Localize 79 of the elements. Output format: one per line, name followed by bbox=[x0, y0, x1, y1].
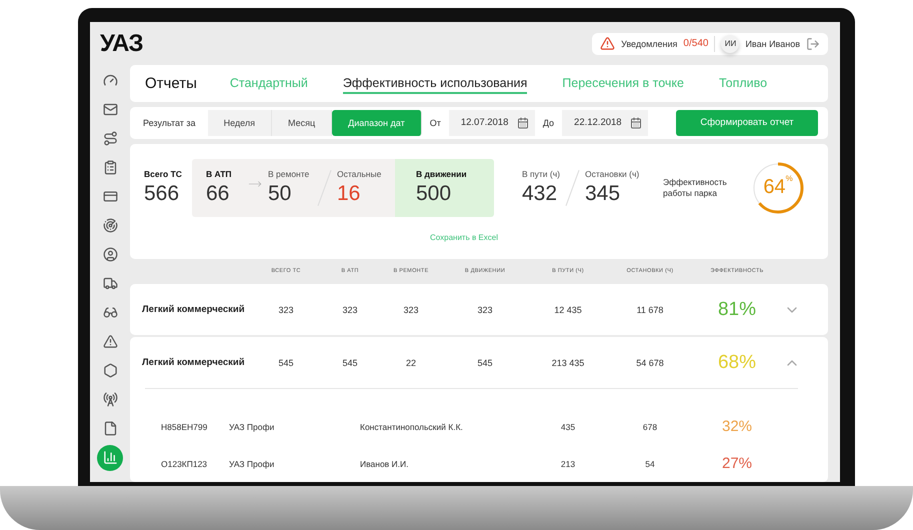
period-option[interactable]: Неделя bbox=[208, 110, 272, 136]
efficiency-value: 32% bbox=[720, 418, 754, 435]
stat-value: 432 bbox=[522, 182, 558, 206]
stat-label: В ремонте bbox=[268, 169, 310, 180]
plate-number: О123КП123 bbox=[161, 458, 208, 468]
row-name: Легкий коммерческий bbox=[142, 357, 246, 368]
stat-label: В АТП bbox=[206, 169, 233, 180]
table-cell-text: 545 bbox=[341, 358, 359, 368]
notifications-count: 0/540 bbox=[683, 38, 708, 49]
warning-icon bbox=[102, 334, 118, 349]
stat-label: В движении bbox=[416, 169, 468, 180]
efficiency-value: 68% bbox=[716, 352, 758, 374]
table-cell-text: 323 bbox=[476, 304, 494, 314]
calendar-icon bbox=[516, 116, 529, 129]
user-name: Иван Иванов bbox=[745, 38, 800, 48]
mail-icon bbox=[102, 102, 118, 117]
percent-sign: % bbox=[786, 174, 793, 183]
table-cell-text: 213 bbox=[560, 458, 576, 468]
stat-value: 566 bbox=[144, 182, 180, 206]
clipboard-icon bbox=[102, 160, 118, 175]
stat-label: Остановки (ч) bbox=[585, 169, 640, 180]
truck-icon bbox=[102, 276, 118, 291]
vehicle-model: УАЗ Профи bbox=[229, 422, 276, 432]
stat-value: 500 bbox=[416, 182, 452, 206]
avatar[interactable]: ИИ bbox=[721, 34, 740, 52]
driver-name: Иванов И.И. bbox=[360, 458, 410, 468]
glasses-icon bbox=[102, 305, 118, 320]
notifications-label[interactable]: Уведомления bbox=[621, 38, 678, 48]
calendar-icon bbox=[630, 116, 642, 129]
stat-value: 16 bbox=[337, 182, 362, 206]
warning-icon bbox=[600, 36, 616, 51]
route-icon bbox=[102, 131, 118, 146]
tab[interactable]: Эффективность использования bbox=[342, 74, 528, 94]
efficiency-label: Эффективность работы парка bbox=[663, 176, 728, 199]
bar-chart-icon bbox=[102, 450, 118, 465]
antenna-icon bbox=[102, 392, 118, 407]
table-cell-text: 323 bbox=[277, 304, 295, 314]
table-cell-text: 678 bbox=[642, 422, 658, 432]
row-name: Легкий коммерческий bbox=[142, 304, 246, 315]
page-title: Отчеты bbox=[145, 75, 197, 92]
date-field[interactable]: 12.07.2018 bbox=[448, 110, 535, 136]
card-icon bbox=[102, 189, 118, 204]
stat-value: 66 bbox=[206, 182, 230, 206]
table-cell-text: 545 bbox=[277, 358, 295, 368]
table-cell-text: 11 678 bbox=[636, 304, 664, 314]
efficiency-value: 64 bbox=[763, 176, 786, 200]
nav-button[interactable] bbox=[97, 444, 123, 470]
plate-number: Н858ЕН799 bbox=[161, 422, 208, 432]
stat-value: 345 bbox=[585, 182, 622, 206]
date-field[interactable]: 22.12.2018 bbox=[562, 110, 648, 136]
efficiency-value: 81% bbox=[716, 298, 758, 320]
to-label: До bbox=[542, 118, 554, 128]
table-cell-text: 54 bbox=[644, 458, 656, 468]
file-icon bbox=[102, 421, 118, 436]
table-cell-text: 435 bbox=[560, 422, 576, 432]
logout-icon[interactable] bbox=[806, 36, 820, 50]
efficiency-ring bbox=[751, 160, 805, 215]
driver-name: Константинопольский К.К. bbox=[360, 422, 464, 432]
stat-label: Всего ТС bbox=[144, 169, 183, 180]
hexagon-icon bbox=[102, 363, 118, 378]
user-icon bbox=[102, 247, 118, 262]
gauge-icon bbox=[102, 73, 118, 88]
table-cell-text: 323 bbox=[402, 304, 420, 314]
vehicle-model: УАЗ Профи bbox=[229, 458, 276, 468]
table-cell-text: 22 bbox=[404, 358, 417, 368]
table-cell-text: 54 678 bbox=[635, 358, 665, 368]
table-cell-text: 213 435 bbox=[550, 358, 586, 368]
stat-value: 50 bbox=[268, 182, 292, 206]
table-cell-text: 545 bbox=[476, 358, 494, 368]
table-cell-text: 323 bbox=[341, 304, 359, 314]
stat-label: Остальные bbox=[337, 169, 382, 180]
stat-label: В пути (ч) bbox=[522, 169, 561, 180]
period-option[interactable]: Месяц bbox=[272, 110, 332, 136]
period-label: Результат за bbox=[143, 118, 196, 128]
radar-icon bbox=[102, 218, 118, 233]
table-cell-text: 12 435 bbox=[553, 304, 583, 314]
logo: УАЗ bbox=[100, 30, 142, 58]
efficiency-value: 27% bbox=[720, 455, 754, 472]
from-label: От bbox=[430, 118, 441, 128]
